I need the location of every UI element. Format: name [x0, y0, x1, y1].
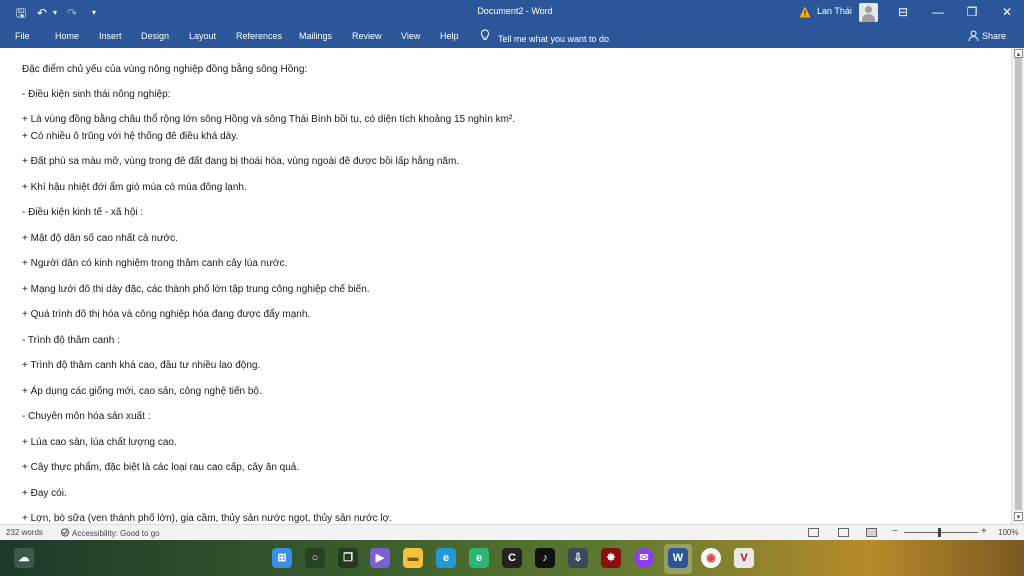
vertical-scrollbar[interactable]: ▴ ▾: [1011, 48, 1024, 524]
doc-line[interactable]: - Điều kiện sinh thái nông nghiệp:: [22, 89, 170, 100]
doc-line[interactable]: + Người dân có kinh nghiệm trong thâm ca…: [22, 258, 287, 269]
document-title: Document2 - Word: [477, 6, 553, 16]
scroll-up-icon[interactable]: ▴: [1014, 49, 1023, 58]
file-explorer-icon[interactable]: ▬: [403, 548, 423, 568]
edge-alt-icon[interactable]: e: [469, 548, 489, 568]
web-layout-icon[interactable]: [866, 528, 877, 537]
doc-line[interactable]: - Trình độ thâm canh :: [22, 335, 120, 346]
doc-line[interactable]: + Khí hậu nhiệt đới ẩm gió mùa có mùa đô…: [22, 182, 247, 193]
chrome-icon[interactable]: ◉: [701, 548, 721, 568]
word-icon[interactable]: W: [668, 548, 688, 568]
doc-line[interactable]: + Có nhiều ô trũng với hệ thống đê điều …: [22, 131, 238, 142]
taskbar: ☁ ⊞ ○ ❐ ▶ ▬ e e C ♪ ⇩ ✸ ✉ W ◉ V: [0, 540, 1024, 576]
doc-line[interactable]: + Trình độ thâm canh khá cao, đầu tư nhi…: [22, 360, 260, 371]
zoom-out-button[interactable]: −: [892, 526, 898, 537]
scroll-down-icon[interactable]: ▾: [1014, 512, 1023, 521]
avatar[interactable]: [859, 3, 878, 22]
minimize-icon[interactable]: —: [921, 0, 955, 24]
tab-file[interactable]: File: [15, 31, 30, 41]
restore-icon[interactable]: ❐: [955, 0, 989, 24]
title-bar: 🖫 ↶ ▾ ↷ ▾ Document2 - Word Lan Thái ⊟ — …: [0, 0, 1024, 26]
person-icon: [968, 30, 979, 42]
zoom-in-button[interactable]: +: [981, 526, 987, 537]
tab-home[interactable]: Home: [55, 31, 79, 41]
print-layout-icon[interactable]: [838, 528, 849, 537]
ribbon-tab-bar: File Home Insert Design Layout Reference…: [0, 26, 1024, 48]
doc-line[interactable]: + Lợn, bò sữa (ven thành phố lớn), gia c…: [22, 513, 392, 524]
browser-icon[interactable]: C: [502, 548, 522, 568]
redo-icon[interactable]: ↷: [64, 5, 80, 21]
doc-line[interactable]: + Mạng lưới đô thị dày đặc, các thành ph…: [22, 284, 370, 295]
doc-line[interactable]: + Mật độ dân số cao nhất cả nước.: [22, 233, 178, 244]
lightbulb-icon: [480, 29, 490, 40]
doc-line[interactable]: Đặc điểm chủ yếu của vùng nông nghiệp đồ…: [22, 64, 307, 75]
scroll-thumb[interactable]: [1015, 58, 1022, 510]
zoom-slider-thumb[interactable]: [938, 528, 941, 537]
customize-icon[interactable]: ▾: [86, 5, 102, 21]
zoom-level[interactable]: 100%: [998, 528, 1018, 537]
tab-mailings[interactable]: Mailings: [299, 31, 332, 41]
user-name[interactable]: Lan Thái: [817, 6, 852, 16]
edge-icon[interactable]: e: [436, 548, 456, 568]
doc-line[interactable]: + Cây thực phẩm, đặc biệt là các loại ra…: [22, 462, 299, 473]
tiktok-icon[interactable]: ♪: [535, 548, 555, 568]
warning-icon[interactable]: [799, 6, 811, 18]
status-bar: 232 words Accessibility: Good to go − + …: [0, 524, 1024, 540]
doc-line[interactable]: + Là vùng đồng bằng châu thổ rộng lớn sô…: [22, 114, 515, 125]
read-mode-icon[interactable]: [808, 528, 819, 537]
close-icon[interactable]: ✕: [990, 0, 1024, 24]
tab-help[interactable]: Help: [440, 31, 459, 41]
start-icon[interactable]: ⊞: [272, 548, 292, 568]
doc-line[interactable]: + Quá trình đô thị hóa và công nghiệp hó…: [22, 309, 310, 320]
messenger-icon[interactable]: ✉: [634, 548, 654, 568]
task-view-icon[interactable]: ❐: [338, 548, 358, 568]
accessibility-status[interactable]: Accessibility: Good to go: [60, 528, 160, 538]
video-call-icon[interactable]: ▶: [370, 548, 390, 568]
doc-line[interactable]: - Điều kiện kinh tế - xã hội :: [22, 207, 143, 218]
undo-dropdown-icon[interactable]: ▾: [50, 5, 60, 21]
word-count[interactable]: 232 words: [6, 528, 43, 537]
tab-references[interactable]: References: [236, 31, 282, 41]
shield-app-icon[interactable]: ✸: [601, 548, 621, 568]
doc-line[interactable]: + Lúa cao sản, lúa chất lượng cao.: [22, 437, 177, 448]
undo-icon[interactable]: ↶: [34, 5, 50, 21]
accessibility-label: Accessibility: Good to go: [72, 529, 160, 538]
search-icon[interactable]: ○: [305, 548, 325, 568]
tab-view[interactable]: View: [401, 31, 420, 41]
tell-me-label: Tell me what you want to do: [498, 34, 610, 44]
doc-line[interactable]: - Chuyên môn hóa sản xuất :: [22, 411, 150, 422]
share-button[interactable]: Share: [968, 30, 1007, 42]
doc-line[interactable]: + Đất phù sa màu mỡ, vùng trong đê đất đ…: [22, 156, 459, 167]
accessibility-icon: [61, 528, 69, 537]
tab-review[interactable]: Review: [352, 31, 382, 41]
doc-line[interactable]: + Áp dụng các giống mới, cao sản, công n…: [22, 386, 262, 397]
ribbon-display-icon[interactable]: ⊟: [886, 0, 920, 24]
zoom-slider[interactable]: [904, 532, 978, 533]
tab-layout[interactable]: Layout: [189, 31, 216, 41]
document-page[interactable]: Đặc điểm chủ yếu của vùng nông nghiệp đồ…: [0, 48, 1011, 524]
unikey-icon[interactable]: V: [734, 548, 754, 568]
share-label: Share: [982, 31, 1007, 41]
weather-icon[interactable]: ☁: [14, 548, 34, 568]
app-icon[interactable]: ⇩: [568, 548, 588, 568]
tab-insert[interactable]: Insert: [99, 31, 122, 41]
tell-me-search[interactable]: Tell me what you want to do: [480, 29, 609, 44]
tab-design[interactable]: Design: [141, 31, 169, 41]
save-icon[interactable]: 🖫: [13, 5, 29, 21]
doc-line[interactable]: + Đay cói.: [22, 488, 67, 499]
